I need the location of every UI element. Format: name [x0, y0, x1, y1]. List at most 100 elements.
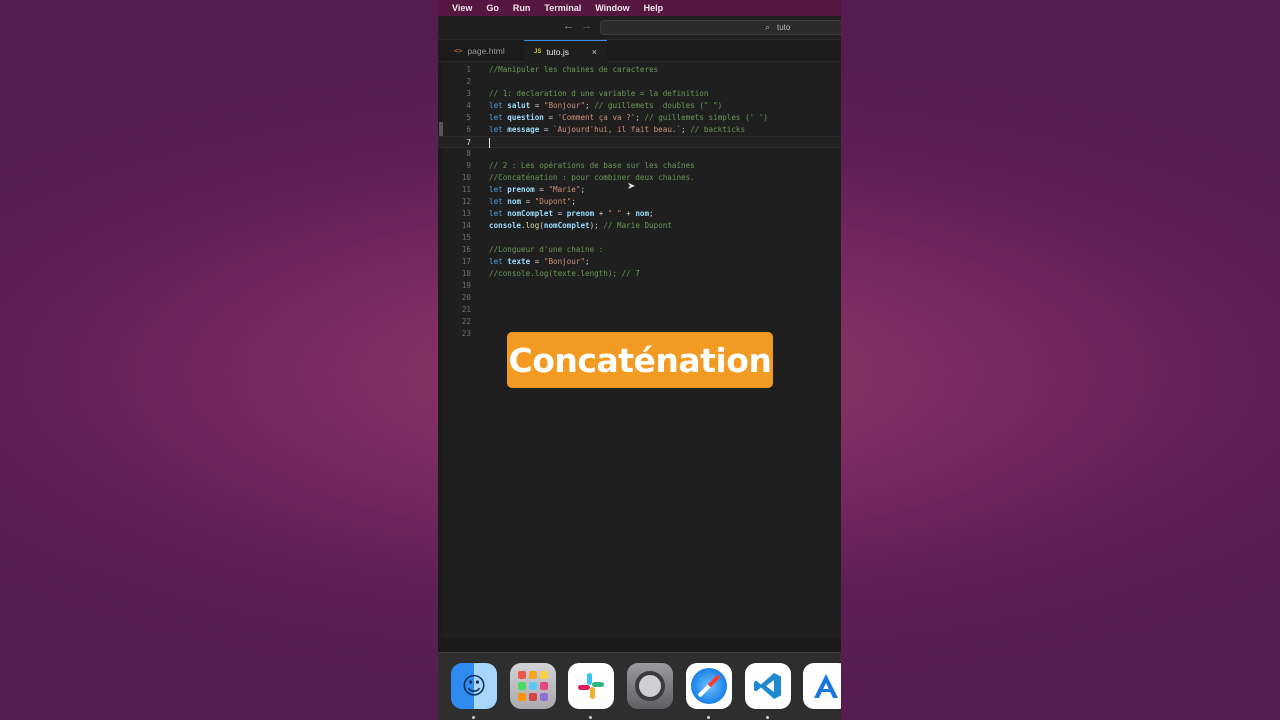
search-text: tuto	[777, 23, 791, 32]
code-line[interactable]: 9 // 2 : Les opérations de base sur les c…	[438, 160, 841, 172]
tab-tuto-js[interactable]: JS tuto.js ×	[524, 40, 607, 62]
code-line[interactable]: 15	[438, 232, 841, 244]
code-token: ;	[580, 185, 586, 194]
code-text: let texte = "Bonjour";	[489, 256, 590, 268]
code-token: let	[489, 209, 508, 218]
code-line[interactable]: 6 let message = `Aujourd'hui, il fait bea…	[438, 124, 841, 136]
system-settings-icon[interactable]	[627, 663, 673, 709]
code-line[interactable]: 8	[438, 148, 841, 160]
xcode-icon[interactable]	[803, 663, 841, 709]
code-text: let nom = "Dupont";	[489, 196, 576, 208]
code-text: // 1: declaration d une variable = la de…	[489, 88, 708, 100]
code-line[interactable]: 21	[438, 304, 841, 316]
menu-go[interactable]: Go	[486, 3, 499, 13]
code-token: prenom	[507, 185, 535, 194]
code-token: =	[553, 209, 567, 218]
gear-icon	[635, 671, 665, 701]
slack-logo-icon	[578, 673, 604, 699]
tab-label: page.html	[467, 46, 505, 56]
code-line[interactable]: 20	[438, 292, 841, 304]
line-number: 19	[461, 281, 471, 290]
line-number: 13	[461, 209, 471, 218]
code-line[interactable]: 5 let question = 'Comment ça va ?'; // gu…	[438, 112, 841, 124]
code-token: "Bonjour"	[543, 257, 586, 266]
line-number: 9	[466, 161, 471, 170]
line-number: 20	[461, 293, 471, 302]
code-line[interactable]: 17 let texte = "Bonjour";	[438, 256, 841, 268]
code-token: );	[589, 221, 604, 230]
line-number: 23	[461, 329, 471, 338]
forward-arrow-icon[interactable]: →	[581, 20, 592, 32]
code-line[interactable]: 11 let prenom = "Marie";	[438, 184, 841, 196]
slack-icon[interactable]	[568, 663, 614, 709]
code-token: question	[507, 113, 544, 122]
line-number: 4	[466, 101, 471, 110]
code-token: =	[521, 197, 535, 206]
code-line[interactable]: 10 //Concaténation : pour combiner deux c…	[438, 172, 841, 184]
title-bar: ← → ⌕ tuto	[438, 16, 841, 40]
code-line[interactable]: 16 //Longueur d'une chaine :	[438, 244, 841, 256]
code-token: "Bonjour"	[543, 101, 586, 110]
code-token: "Dupont"	[534, 197, 572, 206]
menu-help[interactable]: Help	[644, 3, 664, 13]
line-number: 15	[461, 233, 471, 242]
code-line[interactable]: 2	[438, 76, 841, 88]
code-line[interactable]: 4 let salut = "Bonjour"; // guillemets do…	[438, 100, 841, 112]
code-token: let	[489, 257, 508, 266]
vscode-icon[interactable]	[745, 663, 791, 709]
code-token: //Concaténation : pour combiner deux cha…	[489, 173, 695, 182]
code-token: prenom	[566, 209, 595, 218]
code-token: nomComplet	[507, 209, 554, 218]
code-line[interactable]: 18 //console.log(texte.length); // 7	[438, 268, 841, 280]
back-arrow-icon[interactable]: ←	[563, 20, 574, 32]
code-token: ;	[585, 101, 595, 110]
tab-page-html[interactable]: <> page.html	[444, 40, 515, 62]
line-number: 3	[466, 89, 471, 98]
menu-view[interactable]: View	[452, 3, 472, 13]
search-icon: ⌕	[765, 22, 771, 32]
code-text: //Longueur d'une chaine :	[489, 244, 603, 256]
code-token: // guillemets doubles (" ")	[594, 101, 723, 110]
finder-face-icon: ☺	[461, 672, 487, 700]
code-line[interactable]: 1 //Manipuler les chaines de caracteres	[438, 64, 841, 76]
code-token: message	[507, 125, 540, 134]
menu-run[interactable]: Run	[513, 3, 531, 13]
code-line[interactable]: 22	[438, 316, 841, 328]
code-token: // guillemets simples (' ')	[644, 113, 768, 122]
line-number: 17	[461, 257, 471, 266]
close-icon[interactable]: ×	[592, 47, 597, 57]
code-token: =	[530, 257, 544, 266]
code-token: 'Comment ça va ?'	[557, 113, 636, 122]
code-token: ;	[649, 209, 654, 218]
code-token: nomComplet	[543, 221, 590, 230]
code-token: // 1: declaration d une variable = la de…	[489, 89, 709, 98]
code-token: nom	[507, 197, 522, 206]
code-token: texte	[507, 257, 531, 266]
finder-icon[interactable]: ☺	[451, 663, 497, 709]
code-text: //Concaténation : pour combiner deux cha…	[489, 172, 695, 184]
code-text: let salut = "Bonjour"; // guillemets dou…	[489, 100, 722, 112]
menu-window[interactable]: Window	[595, 3, 629, 13]
code-token: =	[534, 185, 549, 194]
code-token: ;	[681, 125, 691, 134]
code-line[interactable]: 3 // 1: declaration d une variable = la d…	[438, 88, 841, 100]
command-search[interactable]: ⌕ tuto	[600, 20, 841, 35]
code-token: //Longueur d'une chaine :	[489, 245, 604, 254]
code-line[interactable]: 12 let nom = "Dupont";	[438, 196, 841, 208]
vscode-logo-icon	[754, 673, 781, 699]
code-line[interactable]: 13 let nomComplet = prenom + " " + nom;	[438, 208, 841, 220]
menu-terminal[interactable]: Terminal	[544, 3, 581, 13]
code-line[interactable]: 7	[438, 136, 841, 148]
caption-overlay: Concaténation	[507, 332, 773, 388]
safari-icon[interactable]	[686, 663, 732, 709]
line-number: 8	[466, 149, 471, 158]
code-token: let	[489, 125, 508, 134]
code-token: salut	[507, 101, 531, 110]
line-number: 6	[466, 125, 471, 134]
code-token: ;	[585, 257, 590, 266]
code-token: =	[530, 101, 544, 110]
running-indicator	[766, 716, 769, 719]
launchpad-icon[interactable]	[510, 663, 556, 709]
code-line[interactable]: 19	[438, 280, 841, 292]
code-line[interactable]: 14 console.log(nomComplet); // Marie Dupo…	[438, 220, 841, 232]
